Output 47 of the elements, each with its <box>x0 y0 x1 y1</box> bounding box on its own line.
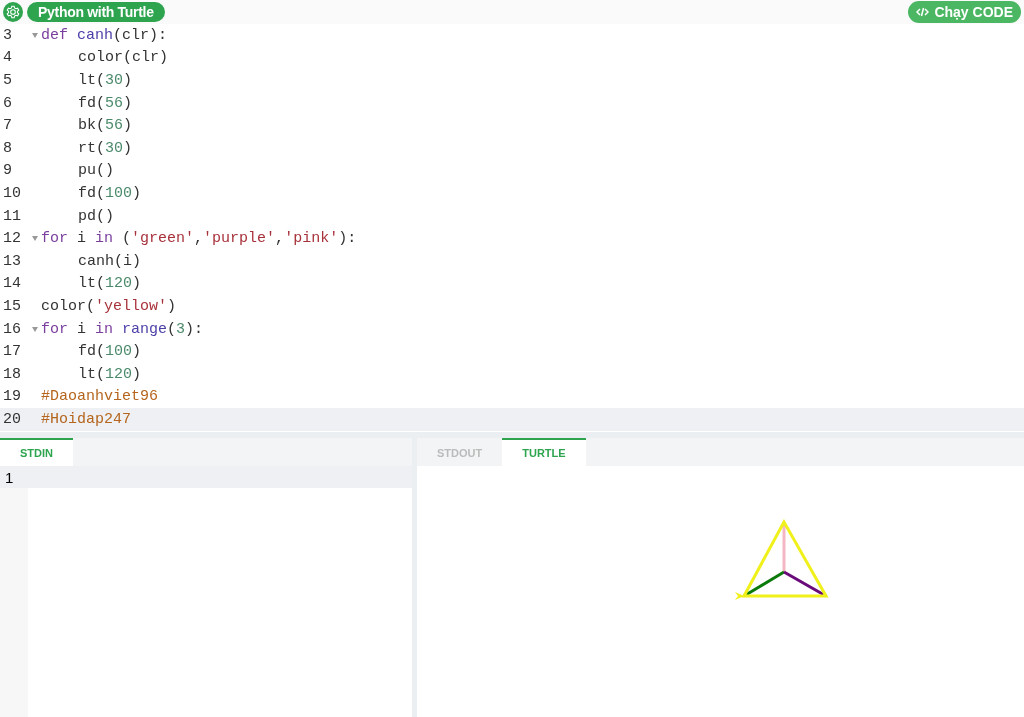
line-number: 3 <box>2 26 13 44</box>
line-number: 9 <box>2 162 13 180</box>
code-line: #Hoidap247 <box>41 410 131 428</box>
line-number: 19 <box>2 388 22 406</box>
line-number: 18 <box>2 365 22 383</box>
line-number: 12 <box>2 230 22 248</box>
app-title: Python with Turtle <box>27 2 165 22</box>
code-line: rt(30) <box>77 139 133 157</box>
run-button[interactable]: Chạy CODE <box>908 1 1021 23</box>
line-number: 16 <box>2 320 22 338</box>
code-line: pu() <box>77 162 114 180</box>
line-number: 6 <box>2 94 13 112</box>
line-number: 4 <box>2 49 13 67</box>
line-number: 10 <box>2 184 22 202</box>
line-number: 14 <box>2 275 22 293</box>
code-line: lt(120) <box>77 275 142 293</box>
tab[interactable]: TURTLE <box>502 438 586 466</box>
code-line: canh(i) <box>77 252 141 270</box>
code-line: fd(100) <box>77 343 142 361</box>
line-number: 5 <box>2 72 13 89</box>
code-icon <box>916 7 930 17</box>
line-number: 11 <box>2 207 22 225</box>
code-line: lt(30) <box>77 72 133 89</box>
tab[interactable]: STDIN <box>0 438 73 466</box>
fold-icon[interactable] <box>32 326 38 332</box>
line-number: 7 <box>2 117 13 135</box>
code-line: pd() <box>77 207 114 225</box>
line-number: 15 <box>2 297 22 315</box>
tab[interactable]: STDOUT <box>417 438 503 466</box>
settings-icon[interactable] <box>3 2 23 22</box>
code-line: color('yellow') <box>41 297 177 315</box>
line-number: 13 <box>2 252 22 270</box>
line-number: 17 <box>2 343 22 361</box>
fold-icon[interactable] <box>32 236 38 242</box>
code-line: fd(100) <box>77 184 142 202</box>
line-number: 8 <box>2 139 13 157</box>
line-number: 20 <box>2 410 22 428</box>
code-line: color(clr) <box>77 49 168 67</box>
code-line: #Daoanhviet96 <box>41 388 159 406</box>
code-line: lt(120) <box>77 365 142 383</box>
code-line: for i in ('green','purple','pink'): <box>41 230 357 248</box>
fold-icon[interactable] <box>32 32 38 38</box>
code-line: bk(56) <box>77 117 133 135</box>
code-line: for i in range(3): <box>41 320 204 338</box>
line-number: 1 <box>4 468 15 486</box>
code-line: def canh(clr): <box>41 26 168 44</box>
code-line: fd(56) <box>77 94 133 112</box>
